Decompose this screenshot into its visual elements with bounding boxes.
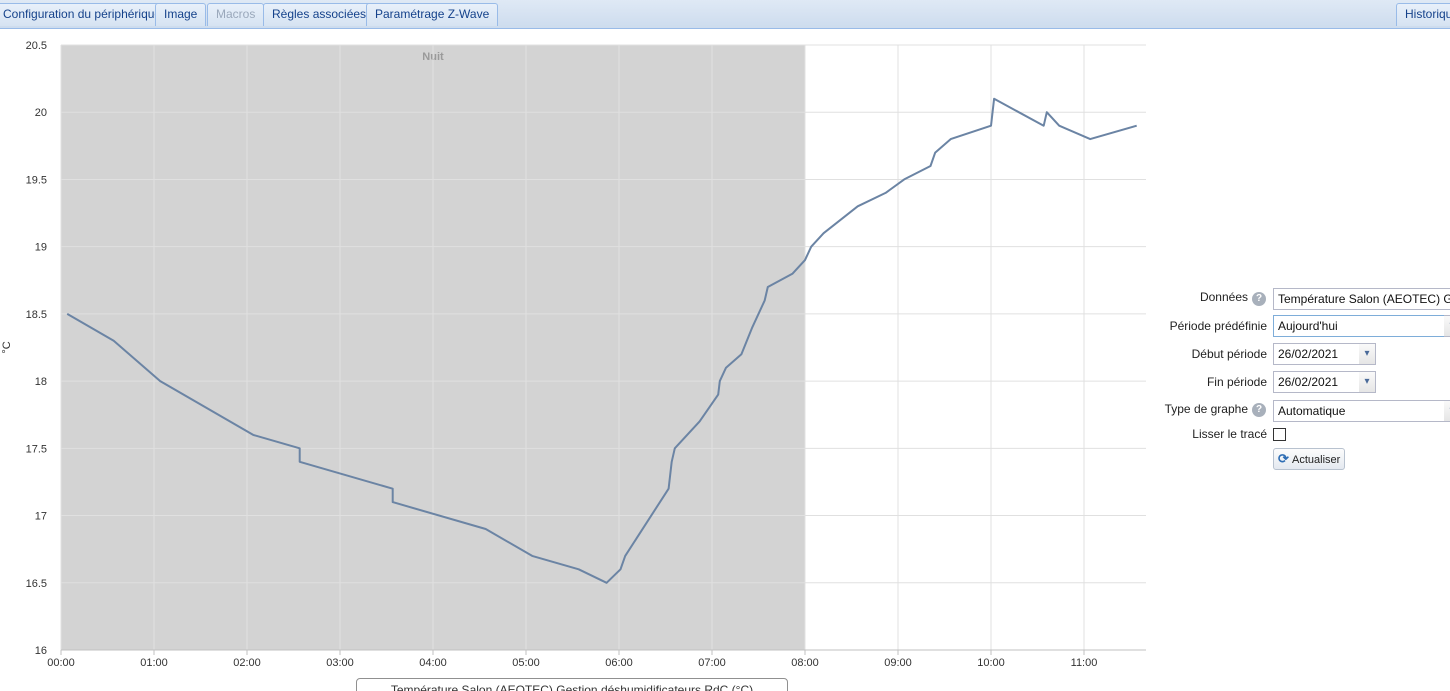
y-tick-label: 20	[35, 107, 47, 119]
chevron-down-icon[interactable]: ▾	[1359, 343, 1376, 365]
chevron-down-icon[interactable]: ▾	[1444, 400, 1450, 422]
tab-configuration[interactable]: Configuration du périphérique	[0, 3, 171, 26]
fin-periode-label: Fin période	[1206, 375, 1267, 389]
help-icon[interactable]: ?	[1252, 292, 1266, 306]
y-axis-title: °C	[1, 341, 13, 353]
actualiser-button[interactable]: ⟳ Actualiser	[1273, 448, 1346, 470]
periode-predefinie-label: Période prédéfinie	[1169, 319, 1267, 333]
chart-legend-item[interactable]: Température Salon (AEOTEC) Gestion déshu…	[356, 678, 788, 691]
type-graphe-select[interactable]: Automatique	[1273, 400, 1445, 422]
x-tick-label: 11:00	[1071, 657, 1098, 669]
tab-parametrage-zwave[interactable]: Paramétrage Z-Wave	[366, 3, 499, 26]
donnees-label: Données	[1199, 290, 1248, 304]
lisser-trace-label: Lisser le tracé	[1192, 427, 1267, 441]
x-tick-label: 05:00	[512, 657, 540, 669]
x-tick-label: 02:00	[233, 657, 261, 669]
x-tick-label: 06:00	[605, 657, 633, 669]
y-tick-label: 19.5	[26, 174, 47, 186]
y-tick-label: 18.5	[26, 309, 47, 321]
y-tick-label: 16	[35, 645, 47, 657]
y-tick-label: 18	[35, 376, 47, 388]
tab-image[interactable]: Image	[155, 3, 207, 26]
x-tick-label: 04:00	[419, 657, 447, 669]
actualiser-label: Actualiser	[1292, 454, 1341, 466]
y-tick-label: 20.5	[26, 40, 47, 52]
x-tick-label: 09:00	[884, 657, 912, 669]
refresh-icon: ⟳	[1278, 451, 1289, 466]
x-tick-label: 10:00	[977, 657, 1005, 669]
debut-periode-field[interactable]: 26/02/2021	[1273, 343, 1360, 365]
fin-periode-field[interactable]: 26/02/2021	[1273, 371, 1360, 393]
x-tick-label: 08:00	[791, 657, 819, 669]
y-tick-label: 17.5	[26, 443, 47, 455]
x-tick-label: 00:00	[47, 657, 75, 669]
y-tick-label: 19	[35, 242, 47, 254]
help-icon[interactable]: ?	[1252, 403, 1266, 417]
debut-periode-label: Début période	[1191, 347, 1267, 361]
y-tick-label: 17	[35, 511, 47, 523]
x-tick-label: 03:00	[326, 657, 354, 669]
x-tick-label: 01:00	[140, 657, 168, 669]
y-tick-label: 16.5	[26, 578, 47, 590]
tab-historique[interactable]: Historique	[1396, 3, 1450, 26]
chevron-down-icon[interactable]: ▾	[1444, 315, 1450, 337]
tab-bar: Configuration du périphérique Image Macr…	[0, 0, 1450, 29]
x-tick-label: 07:00	[698, 657, 726, 669]
donnees-field[interactable]: Température Salon (AEOTEC) Gestion déshu…	[1273, 288, 1450, 310]
chevron-down-icon[interactable]: ▾	[1359, 371, 1376, 393]
periode-predefinie-select[interactable]: Aujourd'hui	[1273, 315, 1445, 337]
tab-regles-associees[interactable]: Règles associées	[263, 3, 376, 26]
lisser-trace-checkbox[interactable]	[1273, 428, 1286, 441]
tab-macros[interactable]: Macros	[207, 3, 265, 26]
temperature-chart: Nuit1616.51717.51818.51919.52020.500:00 0…	[1, 40, 1146, 669]
type-graphe-label: Type de graphe	[1164, 402, 1248, 416]
